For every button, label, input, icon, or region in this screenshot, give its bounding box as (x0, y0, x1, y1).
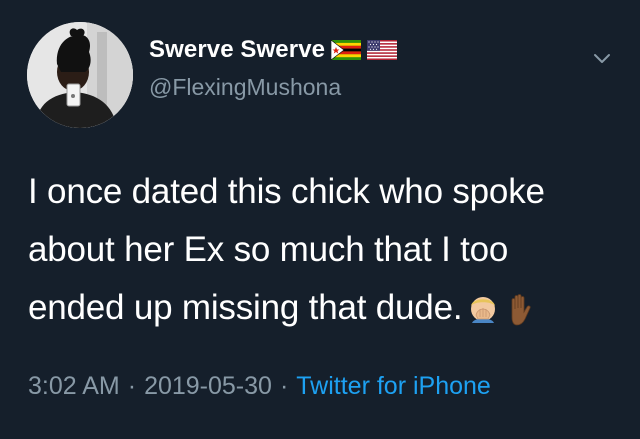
tweet-meta: 3:02 AM · 2019-05-30 · Twitter for iPhone (28, 372, 491, 401)
author-name-row[interactable]: Swerve Swerve (149, 36, 398, 64)
chevron-down-icon[interactable] (592, 50, 612, 66)
tweet-text-line: about her Ex so much that I too (28, 230, 509, 269)
tweet-text-line: I once dated this chick who spoke (28, 172, 545, 211)
tweet-time: 3:02 AM (28, 372, 120, 400)
tweet-text-line-with-emoji: ended up missing that dude. (28, 279, 628, 345)
author-handle[interactable]: @FlexingMushona (149, 74, 341, 101)
meta-separator: · (279, 372, 289, 400)
raised-hand-emoji (504, 287, 538, 345)
tweet-text-line: ended up missing that dude. (28, 288, 463, 327)
us-flag-icon (367, 40, 398, 60)
tweet-card: Swerve Swerve @FlexingMushona I once dat… (0, 0, 640, 439)
author-display-name[interactable]: Swerve Swerve (149, 36, 325, 64)
meta-separator: · (127, 372, 137, 400)
tweet-source-link[interactable]: Twitter for iPhone (296, 372, 491, 400)
avatar-photo (27, 22, 133, 128)
face-palm-emoji (466, 287, 500, 345)
zimbabwe-flag-icon (331, 40, 362, 60)
tweet-date: 2019-05-30 (144, 372, 272, 400)
avatar[interactable] (27, 22, 133, 128)
tweet-text: I once dated this chick who spoke about … (28, 163, 628, 345)
